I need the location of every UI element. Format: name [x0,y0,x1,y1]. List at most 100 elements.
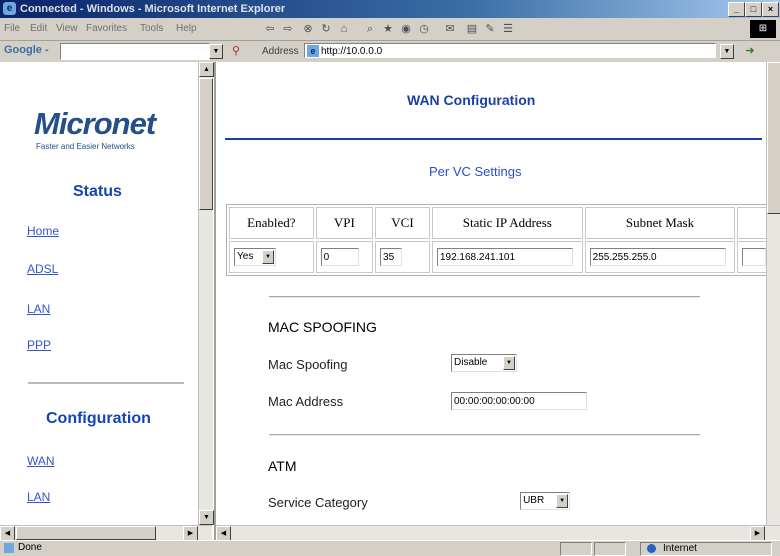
status-text: Done [18,542,42,553]
subnet-mask-input[interactable]: 255.255.255.0 [589,248,726,266]
google-toolbar-logo[interactable]: Google - [4,44,49,56]
nav-link-lan-status[interactable]: LAN [27,302,50,316]
col-vci: VCI [375,207,430,239]
logo-tagline: Faster and Easier Networks [36,142,135,151]
content-scroll-left-icon[interactable]: ◀ [216,526,231,540]
window-title: Connected - Windows - Microsoft Internet… [20,3,286,15]
nav-scroll-thumb[interactable] [199,78,213,210]
mail-icon[interactable]: ✉ [442,22,458,36]
status-heading: Status [73,183,122,200]
page-done-icon [4,543,14,553]
vci-input[interactable]: 35 [380,248,403,266]
google-search-icon[interactable]: ⚲ [228,44,244,58]
section-divider [269,296,700,298]
nav-scroll-right-icon[interactable]: ▶ [183,526,198,540]
table-row: Yes ▼ 0 35 192.168.241.101 255.255.255.0 [229,241,777,273]
stop-icon[interactable]: ⊗ [300,22,316,36]
nav-divider [28,382,184,384]
enabled-select[interactable]: Yes ▼ [234,248,276,266]
history-icon[interactable]: ◷ [416,22,432,36]
internet-explorer-icon: e [3,2,16,15]
google-search-input[interactable] [60,43,210,60]
status-bar: Done Internet [0,540,780,556]
zone-text: Internet [663,543,697,554]
content-scroll-right-icon[interactable]: ▶ [750,526,765,540]
address-url: http://10.0.0.0 [321,46,383,57]
content-vertical-scrollbar[interactable] [766,62,780,525]
nav-link-wan[interactable]: WAN [27,454,55,468]
window-title-bar[interactable]: e Connected - Windows - Microsoft Intern… [0,0,780,18]
col-enabled: Enabled? [229,207,314,239]
minimize-button[interactable]: _ [728,2,745,17]
chevron-down-icon: ▼ [262,250,274,264]
mac-spoofing-select[interactable]: Disable ▼ [451,354,517,372]
nav-scroll-left-icon[interactable]: ◀ [0,526,15,540]
atm-heading: ATM [268,458,297,474]
vpi-input[interactable]: 0 [320,248,359,266]
mac-spoofing-heading: MAC SPOOFING [268,319,377,335]
mac-address-label: Mac Address [268,394,344,409]
static-ip-input[interactable]: 192.168.241.101 [436,248,573,266]
navigation-frame: Micronet Faster and Easier Networks Stat… [0,62,216,540]
refresh-icon[interactable]: ↻ [318,22,334,36]
menu-tools[interactable]: Tools [140,23,163,34]
nav-link-lan-config[interactable]: LAN [27,490,50,504]
nav-link-ppp[interactable]: PPP [27,338,51,352]
nav-link-home[interactable]: Home [27,224,59,238]
col-static-ip: Static IP Address [431,207,583,239]
windows-logo-icon: ⊞ [750,20,776,38]
menu-favorites[interactable]: Favorites [86,23,127,34]
status-segment [560,542,592,556]
vc-settings-table: Enabled? VPI VCI Static IP Address Subne… [226,204,780,276]
globe-icon [647,544,656,553]
content-horizontal-scrollbar[interactable]: ◀ ▶ [216,525,780,540]
nav-scroll-up-icon[interactable]: ▲ [199,62,214,77]
nav-scroll-down-icon[interactable]: ▼ [199,510,214,525]
mac-spoofing-label: Mac Spoofing [268,357,348,372]
content-scroll-thumb[interactable] [767,62,780,214]
page-icon: e [307,45,319,57]
service-category-value: UBR [523,495,545,506]
service-category-select[interactable]: UBR ▼ [520,492,571,510]
section-divider [269,434,700,436]
zone-segment: Internet [640,542,772,556]
title-rule [225,138,762,140]
address-label: Address [262,46,299,57]
media-icon[interactable]: ◉ [398,22,414,36]
chevron-down-icon: ▼ [503,356,515,370]
home-icon[interactable]: ⌂ [336,22,352,36]
address-dropdown-arrow[interactable]: ▼ [720,44,734,59]
nav-link-adsl[interactable]: ADSL [27,262,58,276]
address-toolbar: Google - ▼ ⚲ Address e http://10.0.0.0 ▼… [0,41,780,63]
edit-icon[interactable]: ✎ [482,22,498,36]
extra-input[interactable] [742,248,767,266]
search-icon[interactable]: ⌕ [362,22,378,36]
google-dropdown-arrow[interactable]: ▼ [209,44,223,59]
go-icon[interactable]: ➜ [742,44,758,58]
close-button[interactable]: × [762,2,779,17]
vc-settings-subtitle: Per VC Settings [429,164,522,179]
maximize-button[interactable]: □ [745,2,762,17]
nav-horizontal-scrollbar[interactable]: ◀ ▶ [0,525,212,540]
address-input[interactable]: e http://10.0.0.0 [304,43,716,58]
col-vpi: VPI [315,207,374,239]
menu-edit[interactable]: Edit [30,23,47,34]
col-subnet-mask: Subnet Mask [584,207,736,239]
mac-address-input[interactable]: 00:00:00:00:00:00 [451,392,587,410]
micronet-logo: Micronet [34,106,156,141]
back-icon[interactable]: ⇦ [262,22,278,36]
table-header-row: Enabled? VPI VCI Static IP Address Subne… [229,207,777,239]
menu-file[interactable]: File [4,23,20,34]
forward-icon[interactable]: ⇨ [280,22,296,36]
nav-hscroll-thumb[interactable] [16,526,156,540]
menu-help[interactable]: Help [176,23,197,34]
print-icon[interactable]: ▤ [464,22,480,36]
page-title: WAN Configuration [407,92,536,108]
chevron-down-icon: ▼ [556,494,569,508]
menu-view[interactable]: View [56,23,78,34]
nav-vertical-scrollbar[interactable]: ▲ ▼ [198,62,214,525]
favorites-icon[interactable]: ★ [380,22,396,36]
discuss-icon[interactable]: ☰ [500,22,516,36]
mac-spoofing-value: Disable [454,357,488,368]
configuration-heading: Configuration [46,410,151,427]
